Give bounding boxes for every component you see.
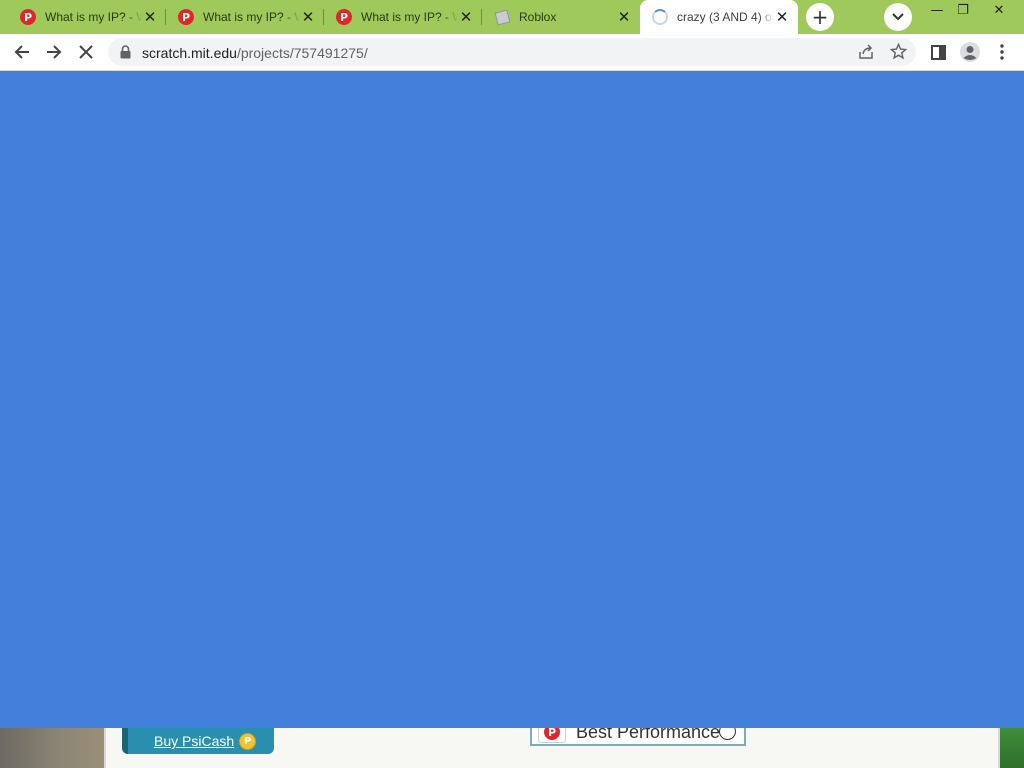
close-icon[interactable]: ✕ (142, 8, 158, 26)
url-path: /projects/757491275/ (236, 45, 368, 61)
close-icon[interactable]: ✕ (300, 8, 316, 26)
loading-spinner-icon (652, 9, 668, 25)
roblox-icon (494, 9, 510, 25)
tab-roblox[interactable]: Roblox ✕ (482, 0, 640, 34)
psicash-coin-icon: P (239, 732, 257, 750)
psiphon-icon: P (336, 9, 352, 25)
star-icon[interactable] (890, 43, 907, 60)
psiphon-panel: Buy PsiCash P P Best Performance (104, 728, 1000, 768)
tab-title: What is my IP? - WhatIsMyIP (45, 10, 142, 24)
mode-label: Best Performance (576, 728, 721, 742)
psiphon-icon: P (178, 9, 194, 25)
buy-psicash-button[interactable]: Buy PsiCash P (122, 728, 274, 754)
forward-button[interactable] (40, 38, 68, 66)
menu-button[interactable] (988, 38, 1016, 66)
side-panel-button[interactable] (924, 38, 952, 66)
best-performance-selector[interactable]: P Best Performance (530, 728, 746, 746)
profile-button[interactable] (956, 38, 984, 66)
tab-search-button[interactable] (884, 3, 912, 31)
close-icon[interactable]: ✕ (458, 8, 474, 26)
page-content-loading (0, 71, 1024, 728)
address-bar[interactable]: scratch.mit.edu/projects/757491275/ (108, 38, 916, 66)
close-icon[interactable]: ✕ (774, 8, 790, 26)
tab-whatismyip-2[interactable]: P What is my IP? - WhatIsMyIP ✕ (166, 0, 324, 34)
url-text[interactable]: scratch.mit.edu/projects/757491275/ (142, 45, 368, 61)
tab-title: What is my IP? - WhatIsMyIP (361, 10, 458, 24)
close-icon[interactable]: ✕ (616, 8, 632, 26)
forward-arrow-icon (47, 45, 62, 59)
background-window: Buy PsiCash P P Best Performance (0, 728, 1024, 768)
tab-strip: P What is my IP? - WhatIsMyIP ✕ P What i… (0, 0, 1024, 34)
tab-title: crazy (3 AND 4) on Scratch (677, 10, 774, 24)
kebab-menu-icon (1000, 44, 1004, 60)
side-panel-icon (930, 44, 946, 60)
tab-whatismyip-1[interactable]: P What is my IP? - WhatIsMyIP ✕ (0, 0, 166, 34)
avatar-icon (960, 42, 980, 62)
browser-toolbar: scratch.mit.edu/projects/757491275/ (0, 34, 1024, 71)
lock-icon[interactable] (120, 45, 131, 59)
stop-icon (79, 45, 93, 59)
restore-button[interactable]: ❐ (946, 0, 980, 20)
new-tab-button[interactable]: + (806, 3, 834, 31)
tab-title: What is my IP? - WhatIsMyIP (203, 10, 300, 24)
psiphon-icon: P (20, 9, 36, 25)
stop-loading-button[interactable] (72, 38, 100, 66)
info-icon[interactable] (719, 728, 736, 740)
buy-psicash-label: Buy PsiCash (154, 733, 235, 749)
chevron-down-icon (892, 13, 904, 21)
close-window-button[interactable]: ✕ (982, 0, 1016, 20)
tab-scratch-active[interactable]: crazy (3 AND 4) on Scratch ✕ (640, 0, 798, 34)
tab-title: Roblox (519, 10, 557, 24)
back-button[interactable] (8, 38, 36, 66)
tab-whatismyip-3[interactable]: P What is my IP? - WhatIsMyIP ✕ (324, 0, 482, 34)
psiphon-icon: P (538, 728, 566, 743)
url-domain: scratch.mit.edu (142, 45, 237, 61)
back-arrow-icon (14, 45, 29, 59)
share-icon[interactable] (858, 44, 874, 60)
